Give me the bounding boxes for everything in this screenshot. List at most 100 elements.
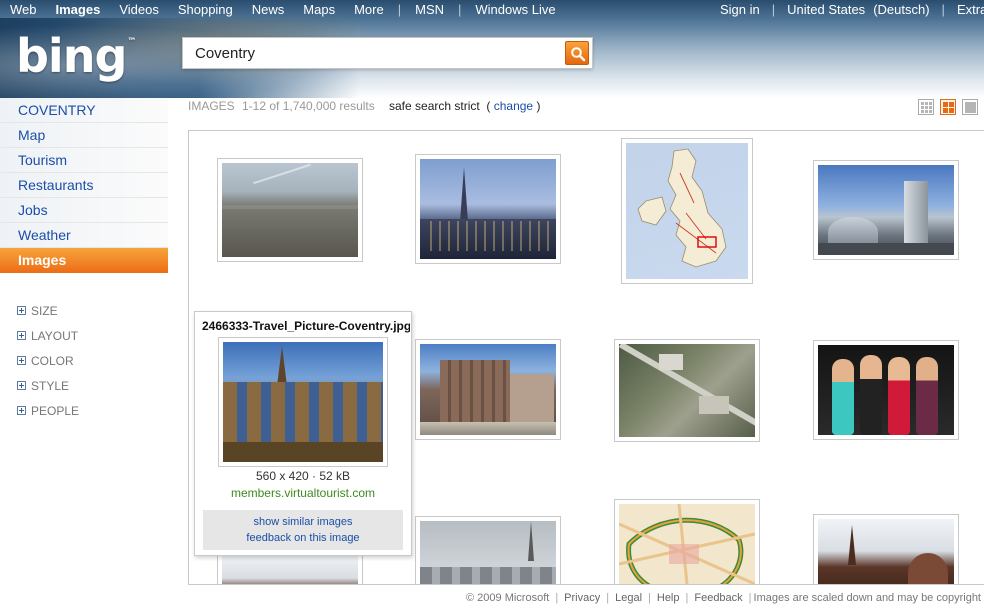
filter-label: COLOR bbox=[31, 353, 74, 368]
cathedral-ruins-photo bbox=[223, 342, 383, 462]
nav-separator: | bbox=[941, 2, 945, 17]
show-similar-images-link[interactable]: show similar images bbox=[203, 514, 403, 530]
image-result[interactable] bbox=[217, 158, 363, 262]
nav-separator: | bbox=[771, 2, 776, 17]
filter-layout[interactable]: LAYOUT bbox=[17, 323, 79, 348]
privacy-link[interactable]: Privacy bbox=[564, 592, 600, 604]
sidebar-item-map[interactable]: Map bbox=[0, 123, 168, 148]
street-map-graphic bbox=[619, 504, 755, 584]
image-result[interactable] bbox=[813, 340, 959, 440]
paren-open: ( bbox=[486, 99, 491, 113]
safe-search-status: safe search strict ( change ) bbox=[389, 99, 540, 113]
image-result[interactable] bbox=[621, 138, 753, 284]
sign-in-link[interactable]: Sign in bbox=[720, 2, 760, 17]
sidebar-item-coventry[interactable]: COVENTRY bbox=[0, 98, 168, 123]
uk-map-graphic bbox=[637, 148, 727, 268]
safe-search-label: safe search strict bbox=[389, 99, 480, 113]
filter-label: PEOPLE bbox=[31, 403, 80, 418]
image-result[interactable] bbox=[813, 514, 959, 584]
sidebar-item-jobs[interactable]: Jobs bbox=[0, 198, 168, 223]
image-result[interactable] bbox=[813, 160, 959, 260]
logo-text: bing bbox=[16, 29, 127, 83]
search-box bbox=[182, 37, 593, 69]
filter-label: STYLE bbox=[31, 378, 70, 393]
aerial-street-thumbnail bbox=[619, 344, 755, 437]
image-preview-card[interactable]: 2466333-Travel_Picture-Coventry.jpg 560 … bbox=[194, 311, 412, 556]
help-link[interactable]: Help bbox=[657, 592, 680, 604]
language-link[interactable]: (Deutsch) bbox=[873, 2, 929, 17]
image-result[interactable] bbox=[415, 339, 561, 440]
top-navigation: Web Images Videos Shopping News Maps Mor… bbox=[0, 0, 984, 20]
bing-logo[interactable]: bing™ bbox=[16, 29, 136, 83]
search-input[interactable] bbox=[183, 38, 563, 68]
results-label: IMAGES bbox=[188, 99, 235, 113]
expand-plus-icon bbox=[17, 381, 26, 390]
nav-shopping[interactable]: Shopping bbox=[178, 2, 233, 17]
nav-maps[interactable]: Maps bbox=[303, 2, 335, 17]
image-result[interactable] bbox=[415, 154, 561, 264]
feedback-link[interactable]: Feedback bbox=[694, 592, 742, 604]
expand-plus-icon bbox=[17, 331, 26, 340]
filter-color[interactable]: COLOR bbox=[17, 348, 79, 373]
nav-separator: | bbox=[397, 2, 402, 17]
sidebar: COVENTRY Map Tourism Restaurants Jobs We… bbox=[0, 98, 168, 273]
footer: © 2009 Microsoft | Privacy | Legal | Help | Feed… bbox=[466, 592, 981, 604]
image-feedback-link[interactable]: feedback on this image bbox=[203, 530, 403, 546]
expand-plus-icon bbox=[17, 356, 26, 365]
snowy-city-thumbnail bbox=[420, 521, 556, 584]
preview-actions: show similar images feedback on this ima… bbox=[203, 510, 403, 550]
copyright-note: Images are scaled down and may be copyri… bbox=[753, 592, 981, 604]
aerial-city-thumbnail bbox=[222, 163, 358, 257]
filter-people[interactable]: PEOPLE bbox=[17, 398, 79, 423]
trademark-mark: ™ bbox=[127, 37, 136, 47]
nav-news[interactable]: News bbox=[252, 2, 285, 17]
modern-cathedral-thumbnail bbox=[420, 344, 556, 435]
nav-more[interactable]: More bbox=[354, 2, 384, 17]
large-thumbnails-button[interactable] bbox=[962, 99, 978, 115]
sidebar-item-weather[interactable]: Weather bbox=[0, 223, 168, 248]
legal-link[interactable]: Legal bbox=[615, 592, 642, 604]
uk-map-thumbnail bbox=[626, 143, 748, 279]
nav-web[interactable]: Web bbox=[10, 2, 37, 17]
nav-separator: | bbox=[458, 2, 462, 17]
filter-label: LAYOUT bbox=[31, 328, 79, 343]
ruins-thumbnail bbox=[222, 554, 358, 584]
nav-windows-live[interactable]: Windows Live bbox=[475, 2, 555, 17]
paren-close: ) bbox=[536, 99, 541, 113]
image-filters: SIZE LAYOUT COLOR STYLE PEOPLE bbox=[17, 298, 79, 423]
medium-thumbnails-button[interactable] bbox=[940, 99, 956, 115]
sidebar-item-images[interactable]: Images bbox=[0, 248, 168, 273]
expand-plus-icon bbox=[17, 406, 26, 415]
nav-videos[interactable]: Videos bbox=[119, 2, 159, 17]
image-result[interactable] bbox=[415, 516, 561, 584]
copyright-text: © 2009 Microsoft bbox=[466, 592, 550, 604]
small-thumbnails-button[interactable] bbox=[918, 99, 934, 115]
sidebar-item-restaurants[interactable]: Restaurants bbox=[0, 173, 168, 198]
extras-link[interactable]: Extra bbox=[957, 2, 984, 17]
nav-msn[interactable]: MSN bbox=[415, 2, 444, 17]
sidebar-item-tourism[interactable]: Tourism bbox=[0, 148, 168, 173]
change-safe-search-link[interactable]: change bbox=[494, 99, 533, 113]
image-result[interactable] bbox=[614, 499, 760, 584]
image-dimensions: 560 x 420 · 52 kB bbox=[255, 469, 351, 483]
filter-style[interactable]: STYLE bbox=[17, 373, 79, 398]
results-count: 1-12 of 1,740,000 results bbox=[242, 99, 375, 113]
image-filename: 2466333-Travel_Picture-Coventry.jpg bbox=[202, 319, 410, 333]
image-result[interactable] bbox=[614, 339, 760, 442]
results-bar: IMAGES 1-12 of 1,740,000 results safe se… bbox=[188, 99, 984, 117]
search-icon bbox=[571, 47, 586, 62]
region-link[interactable]: United States bbox=[787, 2, 865, 17]
filter-size[interactable]: SIZE bbox=[17, 298, 79, 323]
city-panorama-thumbnail bbox=[818, 165, 954, 255]
preview-image[interactable] bbox=[218, 337, 388, 467]
party-photo-thumbnail bbox=[818, 345, 954, 435]
city-street-map-thumbnail bbox=[619, 504, 755, 584]
cathedral-dusk-thumbnail bbox=[420, 159, 556, 259]
nav-images[interactable]: Images bbox=[56, 2, 101, 17]
image-source-link[interactable]: members.virtualtourist.com bbox=[195, 486, 411, 500]
cathedral-ruins-thumbnail bbox=[818, 519, 954, 584]
header: Web Images Videos Shopping News Maps Mor… bbox=[0, 0, 984, 98]
expand-plus-icon bbox=[17, 306, 26, 315]
filter-label: SIZE bbox=[31, 303, 58, 318]
search-button[interactable] bbox=[565, 41, 589, 65]
